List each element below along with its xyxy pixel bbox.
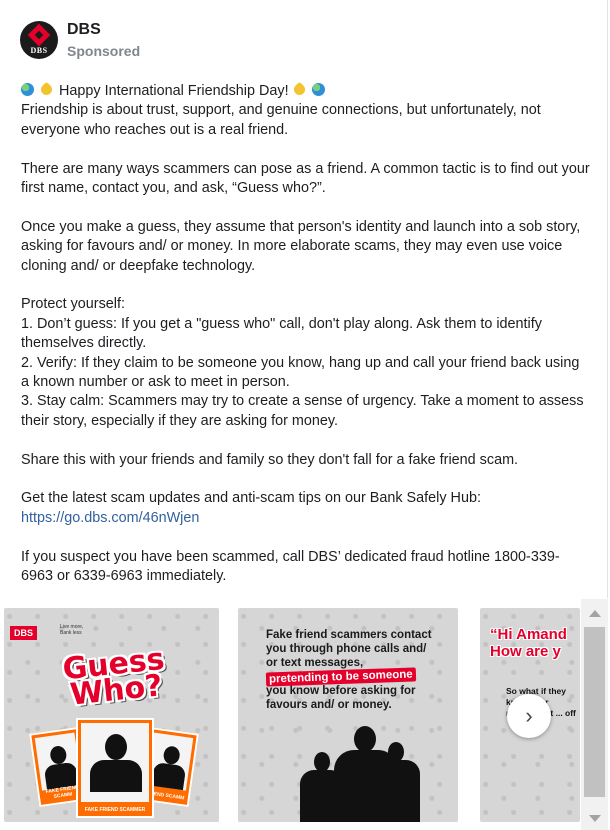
silhouette-icon [314, 752, 330, 772]
bank-safely-hub-link[interactable]: https://go.dbs.com/46nWjen [21, 510, 199, 526]
post-body: Happy International Friendship Day! Frie… [21, 81, 591, 586]
yellow-heart-emoji-icon [38, 81, 55, 98]
avatar[interactable]: DBS [20, 21, 58, 59]
dbs-tagline: Live more, Bank less [60, 624, 84, 636]
highlight-text: pretending to be someone [265, 667, 416, 687]
scammer-label: FAKE FRIEND SCAMMER [84, 807, 146, 813]
scroll-up-arrow-icon[interactable] [589, 610, 601, 617]
photo-frame-center: FAKE FRIEND SCAMMER [76, 718, 154, 818]
avatar-text: DBS [30, 46, 48, 55]
post-paragraph: Share this with your friends and family … [21, 451, 519, 468]
silhouette-icon [151, 761, 187, 791]
scrollbar[interactable] [581, 599, 608, 830]
silhouette-icon [90, 760, 142, 792]
post-paragraph: 3. Stay calm: Scammers may try to create… [21, 393, 584, 429]
post-paragraph: Get the latest scam updates and anti-sca… [21, 490, 481, 507]
carousel-card-guess-who[interactable]: DBS Live more, Bank less Guess Who? FAKE… [4, 608, 219, 822]
globe-emoji-icon [21, 83, 34, 96]
chevron-right-icon: › [525, 703, 533, 728]
carousel-card-fake-friend[interactable]: Fake friend scammers contact you through… [238, 608, 458, 822]
silhouette-icon [354, 726, 376, 752]
carousel-next-button[interactable]: › [507, 694, 551, 738]
page-name[interactable]: DBS [67, 20, 140, 40]
fake-friend-text: Fake friend scammers contact you through… [265, 629, 432, 711]
dbs-logo-badge: DBS [10, 626, 38, 640]
feed-divider [607, 0, 608, 598]
yellow-heart-emoji-icon [291, 81, 307, 98]
post-paragraph: Protect yourself: [21, 296, 125, 313]
post-paragraph: 1. Don’t guess: If you get a "guess who"… [21, 315, 542, 352]
sponsored-label: Sponsored [67, 42, 141, 59]
post-paragraph: There are many ways scammers can pose as… [21, 160, 590, 197]
silhouette-icon [376, 760, 420, 822]
globe-emoji-icon [311, 83, 325, 96]
silhouette-icon [388, 742, 404, 762]
scroll-down-arrow-icon[interactable] [589, 815, 601, 822]
guess-who-headline: Guess Who? [61, 641, 167, 713]
post-paragraph: Friendship is about trust, support, and … [21, 102, 541, 138]
silhouette-icon [300, 770, 344, 822]
hi-amanda-title: “Hi Amand How are y [490, 626, 567, 660]
post-paragraph: 2. Verify: If they claim to be someone y… [21, 354, 580, 391]
dbs-logo-icon [27, 23, 51, 47]
post-header: DBS DBS Sponsored [20, 18, 140, 62]
post-paragraph: Once you make a guess, they assume that … [21, 218, 581, 274]
scrollbar-thumb[interactable] [584, 627, 605, 797]
silhouette-icon [105, 734, 127, 760]
post-paragraph: If you suspect you have been scammed, ca… [21, 548, 560, 585]
post-line-title: Happy International Friendship Day! [21, 81, 591, 101]
